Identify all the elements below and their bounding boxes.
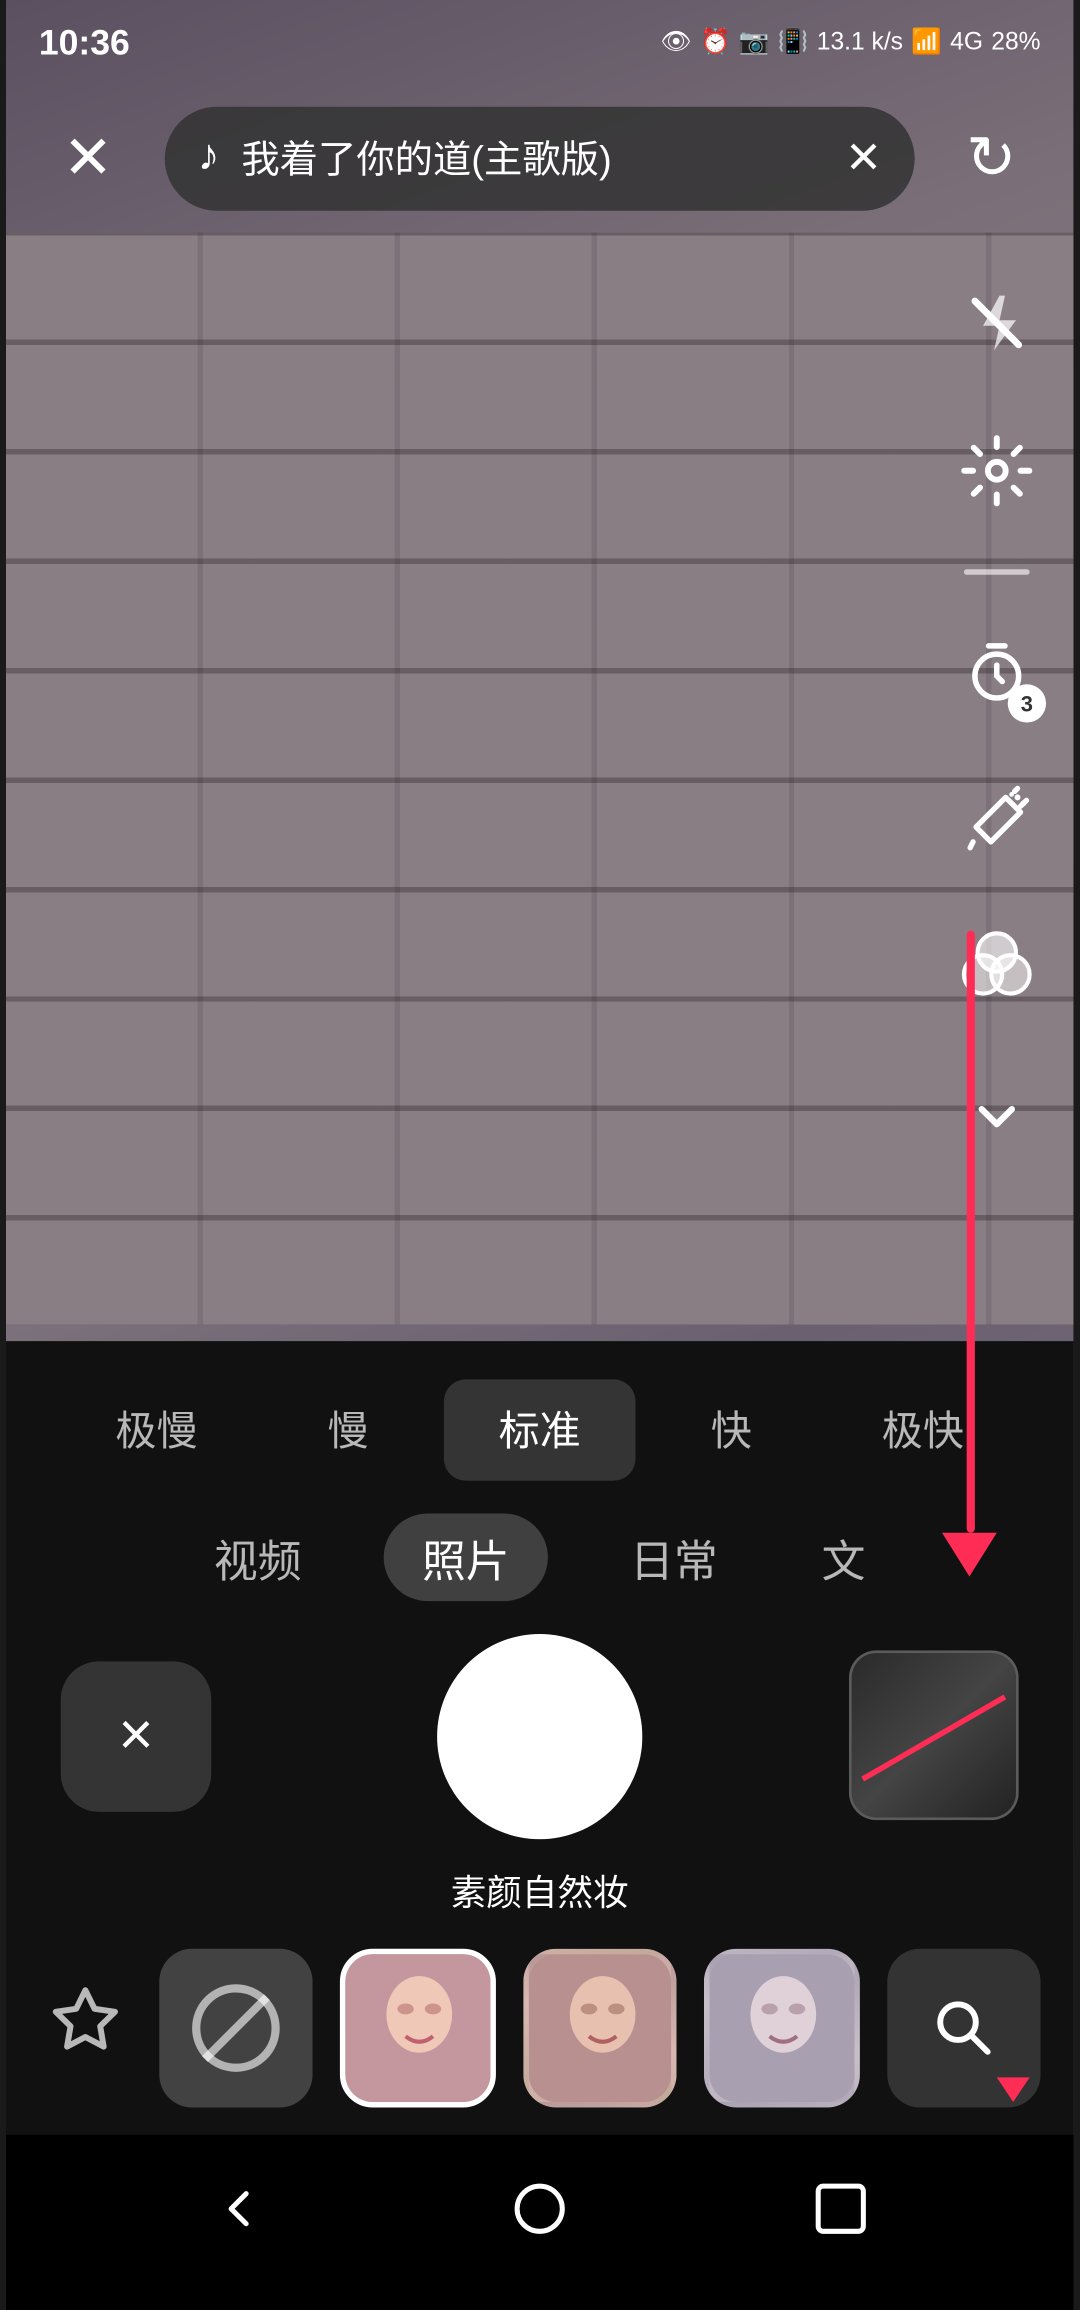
- speed-text: 13.1 k/s: [817, 27, 903, 54]
- speed-bar: 极慢 慢 标准 快 极快: [6, 1341, 1073, 1502]
- arrow-indicator: [997, 2077, 1030, 2102]
- search-filter-button[interactable]: [887, 1949, 1041, 2108]
- mode-text[interactable]: 文: [800, 1514, 888, 1602]
- music-title: 我着了你的道(主歌版): [242, 130, 824, 185]
- music-pill[interactable]: ♪ 我着了你的道(主歌版) ✕: [165, 105, 915, 209]
- filter-none-button[interactable]: [160, 1949, 314, 2108]
- speed-slow[interactable]: 慢: [253, 1379, 445, 1480]
- mode-bar: 视频 照片 日常 文: [6, 1503, 1073, 1629]
- speed-very-slow[interactable]: 极慢: [61, 1379, 253, 1480]
- bottom-controls: 极慢 慢 标准 快 极快 视频 照片 日常 文 ×: [6, 1341, 1073, 2310]
- back-button[interactable]: [187, 2157, 291, 2277]
- favorites-button[interactable]: [39, 1973, 132, 2082]
- shutter-button[interactable]: [437, 1633, 642, 1838]
- nav-bar: [6, 2135, 1073, 2310]
- settings-button[interactable]: [948, 421, 1047, 520]
- status-bar: 10:36 👁 ⏰ 📷 📳 13.1 k/s 📶 4G 28%: [6, 0, 1073, 82]
- filter-item-3[interactable]: [705, 1949, 860, 2108]
- camera-icon: 📷: [739, 26, 770, 56]
- speed-fast[interactable]: 快: [636, 1379, 828, 1480]
- camera-preview: [6, 233, 1073, 1325]
- icon-divider: [964, 569, 1030, 574]
- filter-natural-makeup[interactable]: [341, 1949, 496, 2108]
- refresh-button[interactable]: ↻: [942, 108, 1041, 207]
- cancel-button[interactable]: ×: [61, 1660, 212, 1811]
- timer-badge: 3: [1008, 684, 1046, 722]
- battery-text: 28%: [992, 27, 1041, 54]
- recent-button[interactable]: [789, 2157, 893, 2277]
- ban-icon: [193, 1984, 281, 2072]
- music-note-icon: ♪: [198, 133, 220, 182]
- flash-off-button[interactable]: [948, 274, 1047, 373]
- status-time: 10:36: [39, 21, 130, 62]
- close-button[interactable]: ✕: [39, 108, 138, 207]
- shutter-row: ×: [6, 1628, 1073, 1852]
- filter-label: 素颜自然妆: [6, 1853, 1073, 1927]
- filter-row: [6, 1927, 1073, 2135]
- pink-arrow-indicator: [942, 931, 997, 1577]
- mode-daily[interactable]: 日常: [608, 1514, 739, 1602]
- eye-icon: 👁: [661, 26, 692, 56]
- alarm-icon: ⏰: [700, 26, 731, 56]
- mode-photo[interactable]: 照片: [384, 1514, 548, 1602]
- mode-video[interactable]: 视频: [192, 1514, 323, 1602]
- vibrate-icon: 📳: [778, 26, 809, 56]
- wifi-icon: 📶: [912, 26, 943, 56]
- filter-item-2[interactable]: [523, 1949, 678, 2108]
- timer-button[interactable]: 3: [948, 624, 1047, 723]
- last-photo-thumbnail[interactable]: [849, 1650, 1019, 1820]
- signal-icon: 4G: [950, 27, 983, 54]
- music-close-button[interactable]: ✕: [845, 130, 882, 185]
- speed-normal[interactable]: 标准: [444, 1379, 636, 1480]
- magic-button[interactable]: [948, 772, 1047, 871]
- status-icons: 👁 ⏰ 📷 📳 13.1 k/s 📶 4G 28%: [661, 26, 1041, 56]
- home-button[interactable]: [488, 2157, 592, 2277]
- top-bar: ✕ ♪ 我着了你的道(主歌版) ✕ ↻: [6, 82, 1073, 233]
